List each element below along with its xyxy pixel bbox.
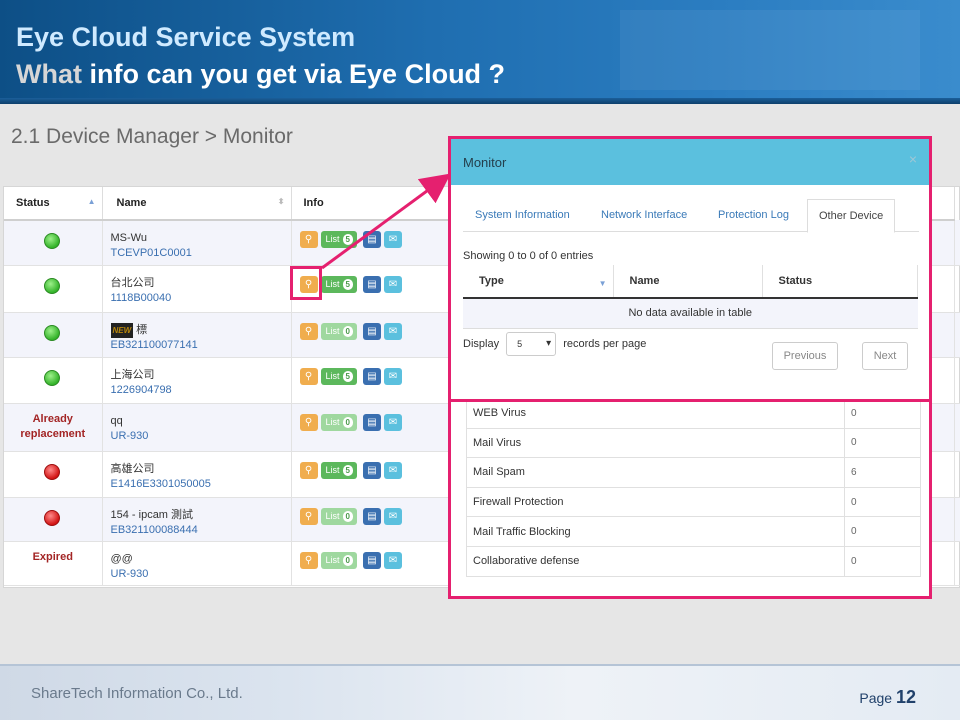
company-name: ShareTech Information Co., Ltd. (31, 685, 243, 702)
callout-arrow (321, 173, 451, 270)
slide-footer: ShareTech Information Co., Ltd. Page 12 (0, 664, 960, 720)
page-indicator: Page 12 (859, 687, 916, 707)
page-number: 12 (895, 687, 916, 707)
